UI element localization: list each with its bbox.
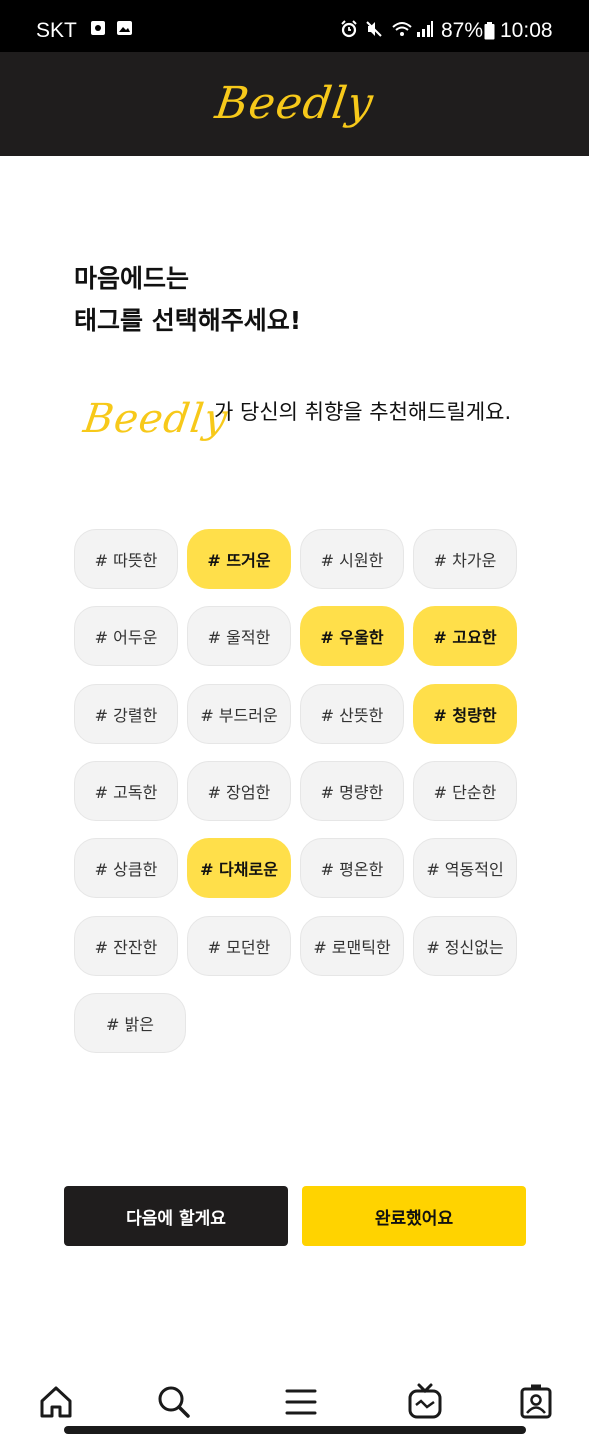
tag-chip[interactable]: # 정신없는 <box>413 916 517 976</box>
app-logo: Beedly <box>212 78 377 129</box>
battery-icon <box>484 22 495 44</box>
menu-icon <box>281 1389 321 1426</box>
tag-chip[interactable]: # 부드러운 <box>187 684 291 744</box>
tag-chip[interactable]: # 울적한 <box>187 606 291 666</box>
tag-chip[interactable]: # 상큼한 <box>74 838 178 898</box>
recommend-logo: Beedly <box>80 396 231 442</box>
page-title-line1: 마음에드는 <box>74 264 190 293</box>
tag-chip[interactable]: # 밝은 <box>74 993 186 1053</box>
tag-chip[interactable]: # 잔잔한 <box>74 916 178 976</box>
tag-chip[interactable]: # 명량한 <box>300 761 404 821</box>
status-bar: SKT 87% 10:08 <box>0 0 589 52</box>
done-button[interactable]: 완료했어요 <box>302 1186 526 1246</box>
tag-chip[interactable]: # 장엄한 <box>187 761 291 821</box>
tag-chip[interactable]: # 단순한 <box>413 761 517 821</box>
profile-icon <box>516 1384 556 1426</box>
nav-menu[interactable] <box>281 1382 321 1422</box>
tag-chip[interactable]: # 따뜻한 <box>74 529 178 589</box>
tag-chip[interactable]: # 고요한 <box>413 606 517 666</box>
nav-profile[interactable] <box>516 1382 556 1422</box>
tv-icon <box>405 1383 445 1426</box>
tag-chip[interactable]: # 우울한 <box>300 606 404 666</box>
signal-icon <box>416 20 434 42</box>
tag-chip[interactable]: # 청량한 <box>413 684 517 744</box>
wifi-icon <box>391 20 413 42</box>
tag-chip[interactable]: # 차가운 <box>413 529 517 589</box>
skip-button[interactable]: 다음에 할게요 <box>64 1186 288 1246</box>
clock: 10:08 <box>500 19 553 42</box>
tag-chip[interactable]: # 모던한 <box>187 916 291 976</box>
tag-chip[interactable]: # 평온한 <box>300 838 404 898</box>
page-title: 마음에드는 태그를 선택해주세요! <box>74 258 301 342</box>
tag-chip[interactable]: # 어두운 <box>74 606 178 666</box>
nav-search[interactable] <box>154 1382 194 1422</box>
carrier-label: SKT <box>36 19 77 42</box>
tag-chip[interactable]: # 다채로운 <box>187 838 291 898</box>
tag-chip[interactable]: # 산뜻한 <box>300 684 404 744</box>
tag-chip[interactable]: # 뜨거운 <box>187 529 291 589</box>
tag-chip[interactable]: # 역동적인 <box>413 838 517 898</box>
mute-icon <box>365 20 383 42</box>
tag-chip[interactable]: # 강렬한 <box>74 684 178 744</box>
tag-chip[interactable]: # 고독한 <box>74 761 178 821</box>
gallery-icon <box>116 20 133 40</box>
battery-level: 87% <box>441 19 484 42</box>
app-header: Beedly <box>0 52 589 156</box>
page-title-line2: 태그를 선택해주세요! <box>74 306 302 335</box>
search-icon <box>154 1386 194 1426</box>
tag-chip[interactable]: # 시원한 <box>300 529 404 589</box>
tag-chip[interactable]: # 로맨틱한 <box>300 916 404 976</box>
home-icon <box>36 1386 76 1426</box>
nav-tv[interactable] <box>405 1382 445 1422</box>
recommend-text: 가 당신의 취향을 추천해드릴게요. <box>214 400 512 424</box>
home-indicator <box>64 1426 526 1434</box>
notification-icon <box>90 20 106 40</box>
bottom-nav <box>0 1368 589 1440</box>
nav-home[interactable] <box>36 1382 76 1422</box>
alarm-icon <box>340 20 358 42</box>
